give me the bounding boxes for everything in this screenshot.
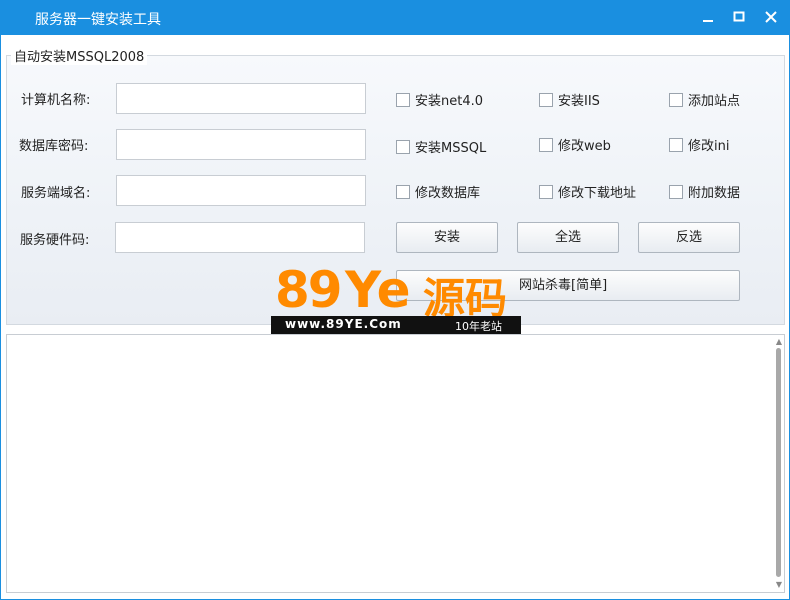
- server-domain-label: 服务端域名:: [21, 186, 91, 201]
- checkbox-label: 修改ini: [688, 139, 730, 154]
- checkbox-install-mssql[interactable]: 安装MSSQL: [396, 137, 486, 156]
- checkbox-box[interactable]: [539, 137, 553, 152]
- maximize-icon: [733, 11, 745, 22]
- checkbox-add-site[interactable]: 添加站点: [669, 90, 740, 109]
- app-window: 服务器一键安装工具 自动安装MSSQL2008 计算机名称: 数据库密码: 服务…: [0, 0, 790, 600]
- checkbox-label: 附加数据: [688, 186, 741, 201]
- close-icon: [765, 11, 777, 23]
- watermark-url: www.89YE.Com: [285, 317, 402, 331]
- select-all-button[interactable]: 全选: [517, 222, 619, 253]
- checkbox-modify-web[interactable]: 修改web: [539, 135, 611, 154]
- checkbox-install-iis[interactable]: 安装IIS: [539, 90, 600, 109]
- checkbox-label: 安装MSSQL: [415, 141, 487, 156]
- checkbox-box[interactable]: [669, 184, 683, 199]
- watermark-logo: 89 Ye 源码 www.89YE.Com 10年老站: [271, 261, 521, 334]
- checkbox-modify-download-url[interactable]: 修改下载地址: [539, 182, 636, 201]
- scroll-thumb[interactable]: [776, 348, 781, 577]
- close-button[interactable]: [758, 5, 784, 31]
- checkbox-label: 安装IIS: [558, 94, 600, 109]
- title-bar[interactable]: 服务器一键安装工具: [1, 1, 789, 35]
- checkbox-label: 安装net4.0: [415, 94, 484, 109]
- computer-name-label: 计算机名称:: [21, 93, 91, 108]
- minimize-button[interactable]: [695, 5, 721, 31]
- checkbox-box[interactable]: [396, 92, 410, 107]
- minimize-icon: [703, 20, 713, 22]
- db-password-input[interactable]: [116, 129, 366, 160]
- checkbox-box[interactable]: [669, 137, 683, 152]
- install-button[interactable]: 安装: [396, 222, 498, 253]
- watermark-letters: Ye: [345, 261, 411, 319]
- scroll-up-arrow-icon[interactable]: ▲: [775, 338, 783, 346]
- server-domain-input[interactable]: [116, 175, 366, 206]
- hardware-code-input[interactable]: [115, 222, 365, 253]
- watermark-logo-top: 89 Ye 源码: [271, 261, 521, 323]
- watermark-digits: 89: [275, 261, 343, 319]
- watermark-bar: www.89YE.Com 10年老站: [271, 316, 521, 334]
- vertical-scrollbar[interactable]: ▲ ▼: [774, 336, 784, 591]
- checkbox-box[interactable]: [539, 92, 553, 107]
- checkbox-label: 修改web: [558, 139, 611, 154]
- db-password-label: 数据库密码:: [19, 139, 89, 154]
- checkbox-label: 修改下载地址: [558, 186, 637, 201]
- groupbox-title: 自动安装MSSQL2008: [11, 46, 148, 65]
- checkbox-install-net4[interactable]: 安装net4.0: [396, 90, 483, 109]
- checkbox-box[interactable]: [396, 184, 410, 199]
- checkbox-box[interactable]: [669, 92, 683, 107]
- checkbox-label: 修改数据库: [415, 186, 481, 201]
- checkbox-modify-ini[interactable]: 修改ini: [669, 135, 729, 154]
- output-textarea[interactable]: ▲ ▼: [6, 334, 785, 593]
- hardware-code-label: 服务硬件码:: [20, 233, 90, 248]
- computer-name-input[interactable]: [116, 83, 366, 114]
- checkbox-attach-data[interactable]: 附加数据: [669, 182, 740, 201]
- checkbox-modify-database[interactable]: 修改数据库: [396, 182, 480, 201]
- scroll-down-arrow-icon[interactable]: ▼: [775, 581, 783, 589]
- window-title: 服务器一键安装工具: [35, 12, 161, 28]
- maximize-button[interactable]: [726, 5, 752, 31]
- watermark-slogan: 10年老站: [455, 320, 502, 333]
- invert-selection-button[interactable]: 反选: [638, 222, 740, 253]
- checkbox-box[interactable]: [539, 184, 553, 199]
- checkbox-box[interactable]: [396, 139, 410, 154]
- checkbox-label: 添加站点: [688, 94, 741, 109]
